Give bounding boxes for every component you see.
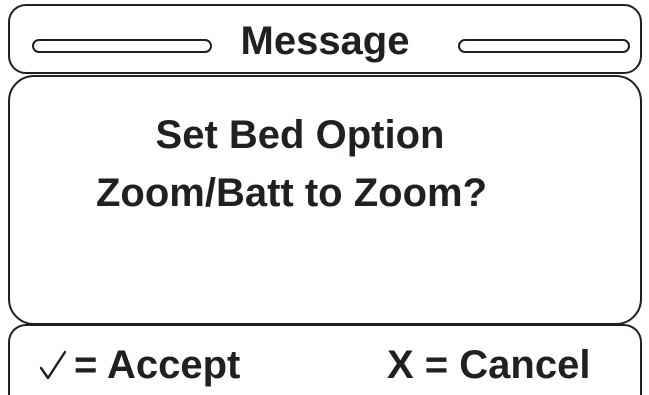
cancel-label: X = Cancel xyxy=(387,342,591,387)
softkey-bar: = Accept X = Cancel xyxy=(8,324,642,395)
accept-label: = Accept xyxy=(74,342,241,387)
check-icon xyxy=(39,350,67,380)
message-body: Set Bed Option Zoom/Batt to Zoom? xyxy=(8,75,642,325)
message-line-1: Set Bed Option xyxy=(155,113,445,157)
title-bar: Message xyxy=(8,4,642,74)
cancel-softkey[interactable]: X = Cancel xyxy=(387,342,590,388)
title-bar-decoration-right xyxy=(458,39,630,53)
accept-softkey[interactable]: = Accept xyxy=(38,342,240,388)
message-line-2: Zoom/Batt to Zoom? xyxy=(95,171,488,215)
